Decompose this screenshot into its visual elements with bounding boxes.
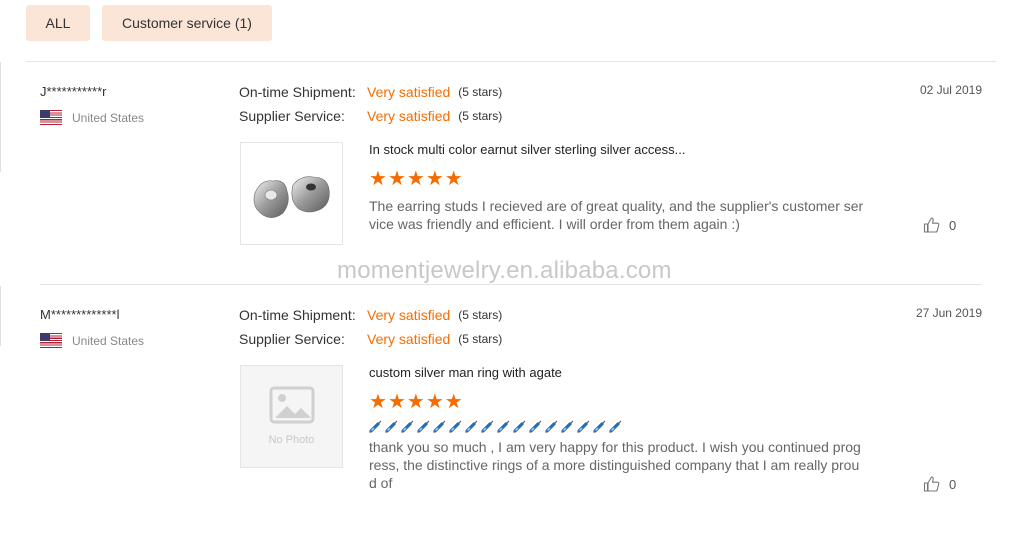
no-photo-icon <box>269 386 315 424</box>
product-title[interactable]: In stock multi color earnut silver sterl… <box>369 142 685 157</box>
syringe-emoji-icon <box>385 420 398 433</box>
rating-service: Supplier Service: Very satisfied (5 star… <box>239 331 502 347</box>
syringe-emoji-icon <box>417 420 430 433</box>
star-rating: ★★★★★ <box>369 166 464 191</box>
syringe-emoji-icon <box>561 420 574 433</box>
review-item: J***********r United States On-time Ship… <box>26 62 996 284</box>
rating-stars-text: (5 stars) <box>458 308 503 322</box>
star-icon: ★ <box>444 391 464 413</box>
star-icon: ★ <box>406 391 426 413</box>
rating-label: On-time Shipment: <box>239 84 356 100</box>
syringe-emoji-icon <box>433 420 446 433</box>
thumbs-up-icon <box>923 476 940 492</box>
tab-customer-service[interactable]: Customer service (1) <box>102 5 272 41</box>
star-icon: ★ <box>369 168 388 190</box>
rating-stars-text: (5 stars) <box>458 332 503 346</box>
emoji-row <box>369 420 622 433</box>
syringe-emoji-icon <box>465 420 478 433</box>
review-item: M*************l United States On-time Sh… <box>26 285 996 543</box>
star-icon: ★ <box>387 391 407 413</box>
product-thumbnail[interactable]: No Photo <box>240 365 343 468</box>
rating-stars-text: (5 stars) <box>458 85 503 99</box>
earring-image <box>253 176 330 218</box>
review-date: 27 Jun 2019 <box>915 306 982 320</box>
like-count: 0 <box>949 217 957 233</box>
rating-value: Very satisfied <box>367 108 451 124</box>
left-border <box>0 286 1 346</box>
like-button[interactable]: 0 <box>923 475 956 493</box>
syringe-emoji-icon <box>449 420 462 433</box>
star-icon: ★ <box>444 168 464 190</box>
rating-value: Very satisfied <box>367 331 451 347</box>
syringe-emoji-icon <box>401 420 414 433</box>
product-thumbnail[interactable] <box>240 142 343 245</box>
rating-label: Supplier Service: <box>239 108 345 124</box>
product-title[interactable]: custom silver man ring with agate <box>369 365 562 380</box>
rating-stars-text: (5 stars) <box>458 109 503 123</box>
review-comment: thank you so much , I am very happy for … <box>369 439 861 491</box>
review-date: 02 Jul 2019 <box>919 83 982 97</box>
star-rating: ★★★★★ <box>369 389 464 414</box>
reviewer-name: M*************l <box>40 307 120 322</box>
syringe-emoji-icon <box>609 420 622 433</box>
syringe-emoji-icon <box>481 420 494 433</box>
review-comment: The earring studs I recieved are of grea… <box>369 198 864 232</box>
star-icon: ★ <box>369 391 388 413</box>
star-icon: ★ <box>406 168 426 190</box>
reviewer-name: J***********r <box>40 84 107 99</box>
rating-value: Very satisfied <box>367 307 451 323</box>
tab-all[interactable]: ALL <box>26 5 90 41</box>
reviewer-country: United States <box>40 110 144 125</box>
like-button[interactable]: 0 <box>923 216 956 234</box>
syringe-emoji-icon <box>577 420 590 433</box>
country-name: United States <box>72 333 145 348</box>
country-name: United States <box>72 110 145 125</box>
rating-label: Supplier Service: <box>239 331 345 347</box>
rating-value: Very satisfied <box>367 84 451 100</box>
us-flag-icon <box>40 333 62 348</box>
no-photo-label: No Photo <box>268 434 315 446</box>
syringe-emoji-icon <box>513 420 526 433</box>
watermark: momentjewelry.en.alibaba.com <box>337 257 672 284</box>
thumbs-up-icon <box>923 217 940 233</box>
rating-shipment: On-time Shipment: Very satisfied (5 star… <box>239 307 502 323</box>
star-icon: ★ <box>387 168 407 190</box>
like-count: 0 <box>949 476 957 492</box>
left-border <box>0 62 1 172</box>
syringe-emoji-icon <box>497 420 510 433</box>
rating-service: Supplier Service: Very satisfied (5 star… <box>239 108 502 124</box>
syringe-emoji-icon <box>593 420 606 433</box>
star-icon: ★ <box>425 168 445 190</box>
syringe-emoji-icon <box>369 420 382 433</box>
syringe-emoji-icon <box>545 420 558 433</box>
us-flag-icon <box>40 110 62 125</box>
reviewer-country: United States <box>40 333 144 348</box>
rating-label: On-time Shipment: <box>239 307 356 323</box>
star-icon: ★ <box>425 391 445 413</box>
rating-shipment: On-time Shipment: Very satisfied (5 star… <box>239 84 502 100</box>
syringe-emoji-icon <box>529 420 542 433</box>
